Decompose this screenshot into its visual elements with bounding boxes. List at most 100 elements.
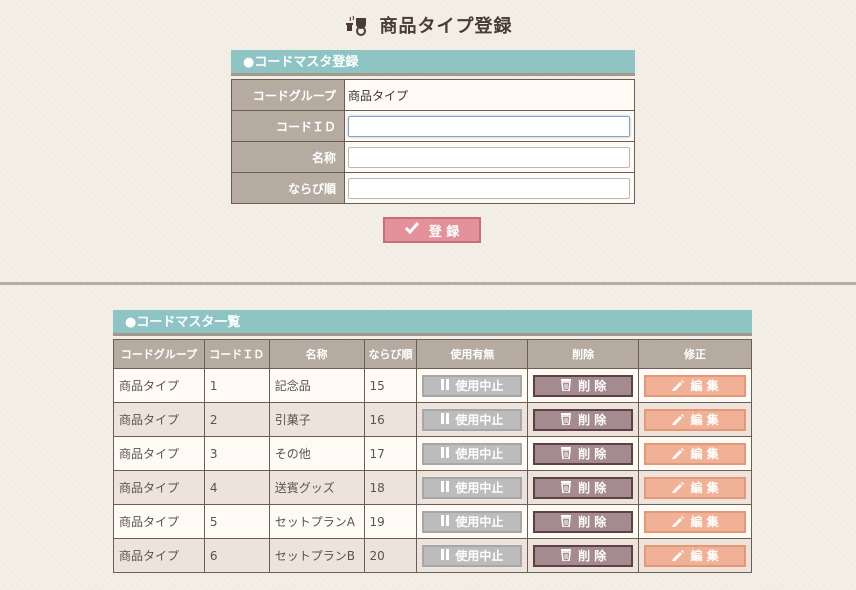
cell-name: セットプランB	[268, 538, 365, 573]
cell-name: 記念品	[268, 368, 365, 403]
edit-button[interactable]: 編 集	[644, 408, 746, 431]
edit-button-label: 編 集	[690, 379, 719, 393]
stop-use-button[interactable]: 使用中止	[422, 476, 523, 499]
pencil-icon	[671, 480, 685, 496]
pause-icon	[441, 480, 450, 495]
edit-button-label: 編 集	[690, 447, 719, 461]
column-header: ならび順	[363, 339, 418, 369]
column-header: コードグループ	[113, 339, 205, 369]
code-id-label: コードＩＤ	[231, 110, 345, 142]
table-row: 商品タイプ 3 その他 17 使用中止 削 除 編 集	[113, 436, 752, 471]
stop-use-button[interactable]: 使用中止	[422, 544, 523, 567]
delete-button[interactable]: 削 除	[533, 510, 634, 533]
edit-button-label: 編 集	[690, 413, 719, 427]
register-row-name: 名称	[231, 141, 635, 173]
cell-id: 4	[203, 470, 270, 505]
delete-button-label: 削 除	[578, 447, 607, 461]
cell-order: 19	[363, 504, 418, 539]
delete-button[interactable]: 削 除	[533, 408, 634, 431]
pencil-icon	[671, 412, 685, 428]
trash-icon	[560, 480, 572, 496]
page-title-bar: 商品タイプ登録	[0, 12, 856, 38]
column-header: コードＩＤ	[203, 339, 270, 369]
cell-group: 商品タイプ	[113, 504, 205, 539]
stop-use-button-label: 使用中止	[455, 515, 504, 529]
cell-order: 18	[363, 470, 418, 505]
cell-id: 5	[203, 504, 270, 539]
pencil-icon	[671, 514, 685, 530]
delete-button[interactable]: 削 除	[533, 442, 634, 465]
cell-name: 送賓グッズ	[268, 470, 365, 505]
code-id-input[interactable]	[348, 115, 630, 137]
name-input[interactable]	[348, 146, 630, 168]
stop-use-button-label: 使用中止	[455, 481, 504, 495]
column-header: 使用有無	[416, 339, 529, 369]
delete-button[interactable]: 削 除	[533, 476, 634, 499]
cell-group: 商品タイプ	[113, 402, 205, 437]
cell-order: 17	[363, 436, 418, 471]
register-row-order: ならび順	[231, 172, 635, 204]
edit-button[interactable]: 編 集	[644, 374, 746, 397]
code-master-table: コードグループ コードＩＤ 名称 ならび順 使用有無 削除 修正 商品タイプ 1 記…	[113, 339, 752, 573]
table-row: 商品タイプ 2 引菓子 16 使用中止 削 除 編 集	[113, 402, 752, 437]
table-row: 商品タイプ 5 セットプランA 19 使用中止 削 除 編 集	[113, 504, 752, 539]
pencil-icon	[671, 548, 685, 564]
trash-icon	[560, 412, 572, 428]
delete-button[interactable]: 削 除	[533, 374, 634, 397]
cell-order: 15	[363, 368, 418, 403]
cell-group: 商品タイプ	[113, 436, 205, 471]
edit-button-label: 編 集	[690, 515, 719, 529]
table-row: 商品タイプ 6 セットプランB 20 使用中止 削 除 編 集	[113, 538, 752, 573]
table-row: 商品タイプ 4 送賓グッズ 18 使用中止 削 除 編 集	[113, 470, 752, 505]
stop-use-button[interactable]: 使用中止	[422, 510, 523, 533]
pencil-icon	[671, 378, 685, 394]
edit-button-label: 編 集	[690, 549, 719, 563]
cell-group: 商品タイプ	[113, 368, 205, 403]
cell-name: その他	[268, 436, 365, 471]
column-header: 修正	[638, 339, 752, 369]
code-group-label: コードグループ	[231, 79, 345, 111]
register-section-heading: ●コードマスタ登録	[231, 50, 635, 76]
order-label: ならび順	[231, 172, 345, 204]
register-form: コードグループ 商品タイプ コードＩＤ 名称 ならび順	[231, 79, 635, 204]
stop-use-button-label: 使用中止	[455, 549, 504, 563]
register-row-id: コードＩＤ	[231, 110, 635, 142]
name-label: 名称	[231, 141, 345, 173]
stop-use-button[interactable]: 使用中止	[422, 408, 523, 431]
section-divider	[0, 282, 856, 285]
delete-button[interactable]: 削 除	[533, 544, 634, 567]
code-group-value: 商品タイプ	[348, 88, 409, 103]
cell-group: 商品タイプ	[113, 470, 205, 505]
cell-id: 3	[203, 436, 270, 471]
check-icon	[404, 222, 419, 238]
trash-icon	[560, 378, 572, 394]
cell-name: セットプランA	[268, 504, 365, 539]
pause-icon	[441, 548, 450, 563]
edit-button[interactable]: 編 集	[644, 476, 746, 499]
trash-icon	[560, 446, 572, 462]
stop-use-button[interactable]: 使用中止	[422, 442, 523, 465]
edit-button[interactable]: 編 集	[644, 544, 746, 567]
stop-use-button[interactable]: 使用中止	[422, 374, 523, 397]
coffee-cup-icon	[344, 14, 370, 36]
delete-button-label: 削 除	[578, 413, 607, 427]
pencil-icon	[671, 446, 685, 462]
cell-order: 16	[363, 402, 418, 437]
stop-use-button-label: 使用中止	[455, 447, 504, 461]
cell-id: 2	[203, 402, 270, 437]
trash-icon	[560, 514, 572, 530]
edit-button[interactable]: 編 集	[644, 442, 746, 465]
cell-id: 1	[203, 368, 270, 403]
cell-name: 引菓子	[268, 402, 365, 437]
column-header: 削除	[527, 339, 640, 369]
order-input[interactable]	[348, 177, 630, 199]
pause-icon	[441, 514, 450, 529]
register-button[interactable]: 登 録	[383, 217, 481, 243]
delete-button-label: 削 除	[578, 379, 607, 393]
column-header: 名称	[268, 339, 365, 369]
edit-button[interactable]: 編 集	[644, 510, 746, 533]
list-section-heading: ●コードマスタ一覧	[113, 310, 752, 336]
pause-icon	[441, 446, 450, 461]
edit-button-label: 編 集	[690, 481, 719, 495]
table-row: 商品タイプ 1 記念品 15 使用中止 削 除 編 集	[113, 368, 752, 403]
